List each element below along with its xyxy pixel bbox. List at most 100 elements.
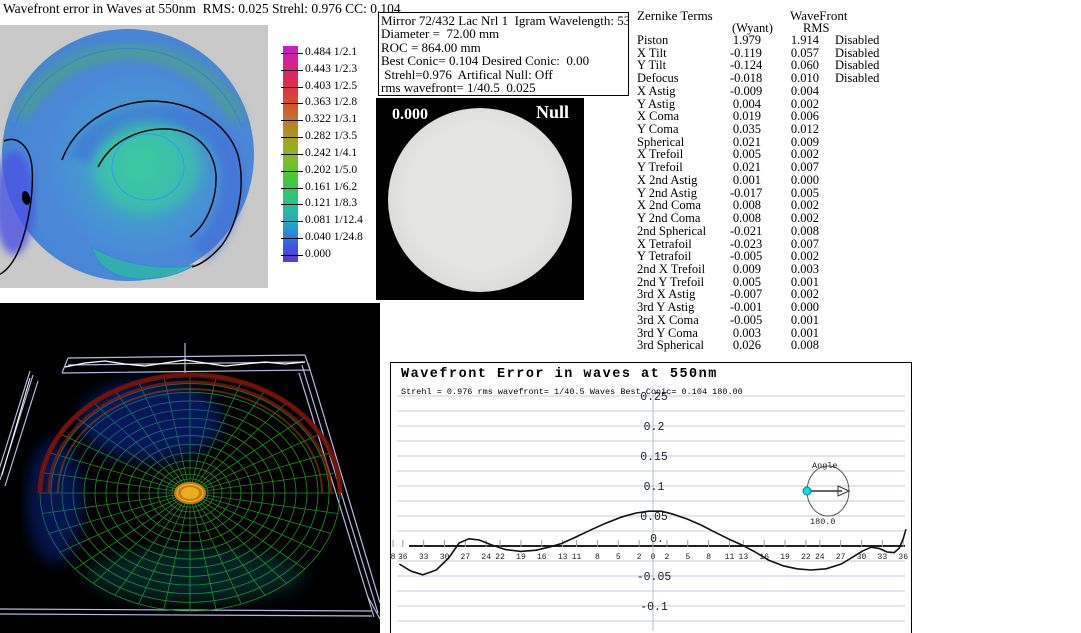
x-tick-label: 19	[780, 553, 790, 562]
legend-tick	[281, 53, 303, 54]
contour-map-title: Wavefront error in Waves at 550nm RMS: 0…	[3, 1, 401, 17]
zernike-cell: X Astig	[637, 85, 730, 98]
legend-tick	[281, 87, 303, 88]
zernike-cell: 0.001	[730, 174, 761, 187]
mesh-color-overlays	[27, 375, 340, 603]
zernike-cell: Defocus	[637, 72, 730, 85]
null-value-label: 0.000	[392, 106, 428, 124]
zernike-cell: Disabled	[835, 34, 879, 47]
interferogram-disc	[388, 108, 572, 292]
x-tick-label: 13	[558, 553, 568, 562]
x-tick-label: 22	[495, 553, 505, 562]
zernike-row: Y 2nd Coma0.0080.002	[637, 212, 897, 225]
zernike-row: Y Coma0.0350.012	[637, 123, 897, 136]
zernike-row: 3rd Spherical0.0260.008	[637, 339, 897, 352]
info-line: Best Conic= 0.104 Desired Conic: 0.00	[381, 54, 628, 67]
angle-handle	[803, 487, 811, 495]
x-tick-label: 8	[391, 553, 396, 562]
zernike-cell: 3rd Y Astig	[637, 301, 730, 314]
zernike-cell: -0.005	[730, 314, 761, 327]
app-window: Wavefront error in Waves at 550nm RMS: 0…	[0, 0, 1081, 633]
contour-map-graphic	[0, 25, 268, 288]
legend-tick	[281, 238, 303, 239]
x-tick-label: 19	[516, 553, 526, 562]
zernike-cell: 0.021	[730, 161, 761, 174]
x-tick-label: 27	[461, 553, 471, 562]
profile-plot-graphic: 8363330272422191613118520258111316192224…	[391, 363, 909, 631]
zernike-cell: 0.002	[761, 212, 819, 225]
y-tick-label: 0.1	[644, 481, 665, 494]
legend-label: 0.443 1/2.3	[305, 63, 357, 75]
zernike-row: 3rd X Coma-0.0050.001	[637, 314, 897, 327]
zernike-cell: 0.008	[730, 212, 761, 225]
legend-tick	[281, 154, 303, 155]
zernike-cell: -0.001	[730, 301, 761, 314]
info-line: Strehl=0.976 Artifical Null: Off	[381, 68, 628, 81]
zernike-cell: Y 2nd Coma	[637, 212, 730, 225]
x-tick-label: 8	[595, 553, 600, 562]
wavefront-contour-map[interactable]	[0, 25, 268, 288]
legend-label: 0.403 1/2.5	[305, 80, 357, 92]
zernike-cell: -0.009	[730, 85, 761, 98]
x-tick-label: 2	[664, 553, 669, 562]
x-tick-label: 5	[685, 553, 690, 562]
zernike-row: Defocus-0.0180.010Disabled	[637, 72, 897, 85]
legend-label: 0.081 1/12.4	[305, 214, 363, 226]
color-scale-legend: 0.484 1/2.1 0.443 1/2.3 0.403 1/2.5 0.363 1…	[281, 40, 381, 265]
zernike-row: 2nd Spherical-0.0210.008	[637, 225, 897, 238]
info-line: rms wavefront= 1/40.5 0.025	[381, 81, 628, 94]
zernike-cell: 0.010	[761, 72, 819, 85]
zernike-cell: -0.018	[730, 72, 761, 85]
null-view[interactable]: 0.000 Null	[376, 98, 584, 300]
angle-label: Angle	[812, 461, 838, 471]
legend-label: 0.282 1/3.5	[305, 130, 357, 142]
zernike-cell: 0.012	[761, 123, 819, 136]
legend-label: 0.484 1/2.1	[305, 46, 357, 58]
mirror-info-box: Mirror 72/432 Lac Nrl 1 Igram Wavelength…	[378, 12, 629, 96]
x-tick-label: 0	[651, 553, 656, 562]
x-tick-label: 36	[898, 553, 908, 562]
legend-tick	[281, 188, 303, 189]
wavefront-3d-view[interactable]	[0, 303, 380, 633]
zernike-cell: 0.007	[761, 161, 819, 174]
legend-tick	[281, 204, 303, 205]
zernike-cell: Piston	[637, 34, 730, 47]
zernike-cell: 0.035	[730, 123, 761, 136]
zernike-cell: 0.004	[761, 85, 819, 98]
legend-label: 0.121 1/8.3	[305, 197, 357, 209]
x-tick-label: 2	[637, 553, 642, 562]
y-tick-label: 0.05	[640, 511, 668, 524]
legend-tick	[281, 171, 303, 172]
zernike-cell: 0.000	[761, 301, 819, 314]
info-line: Diameter = 72.00 mm	[381, 27, 628, 40]
plot-subtitle: Strehl = 0.976 rms wavefront= 1/40.5 Wav…	[401, 387, 743, 397]
zernike-cell: 2nd Spherical	[637, 225, 730, 238]
legend-label: 0.202 1/5.0	[305, 164, 357, 176]
zernike-cell: 2nd X Trefoil	[637, 263, 730, 276]
x-tick-label: 22	[801, 553, 811, 562]
info-line: ROC = 864.00 mm	[381, 41, 628, 54]
zernike-cell: -0.021	[730, 225, 761, 238]
zernike-cell: 0.008	[761, 339, 819, 352]
x-tick-label: 8	[706, 553, 711, 562]
legend-label: 0.000	[305, 248, 331, 260]
y-tick-label: -0.1	[640, 601, 668, 614]
profile-plot-panel[interactable]: 8363330272422191613118520258111316192224…	[390, 362, 912, 633]
x-tick-label: 36	[398, 553, 408, 562]
y-tick-label: -0.05	[637, 571, 672, 584]
x-tick-label: 30	[440, 553, 450, 562]
zernike-cell: 0.009	[730, 263, 761, 276]
x-tick-label: 13	[739, 553, 749, 562]
zernike-row: 3rd Y Astig-0.0010.000	[637, 301, 897, 314]
zernike-cell: 0.008	[761, 225, 819, 238]
info-line: Mirror 72/432 Lac Nrl 1 Igram Wavelength…	[381, 14, 628, 27]
wavefront-3d-graphic	[0, 303, 380, 633]
zernike-cell: X 2nd Astig	[637, 174, 730, 187]
x-tick-label: 5	[616, 553, 621, 562]
zernike-row: Y Trefoil0.0210.007	[637, 161, 897, 174]
x-tick-label: 24	[815, 553, 825, 562]
zernike-row: X Astig-0.0090.004	[637, 85, 897, 98]
legend-tick	[281, 255, 303, 256]
legend-tick	[281, 221, 303, 222]
legend-label: 0.363 1/2.8	[305, 96, 357, 108]
